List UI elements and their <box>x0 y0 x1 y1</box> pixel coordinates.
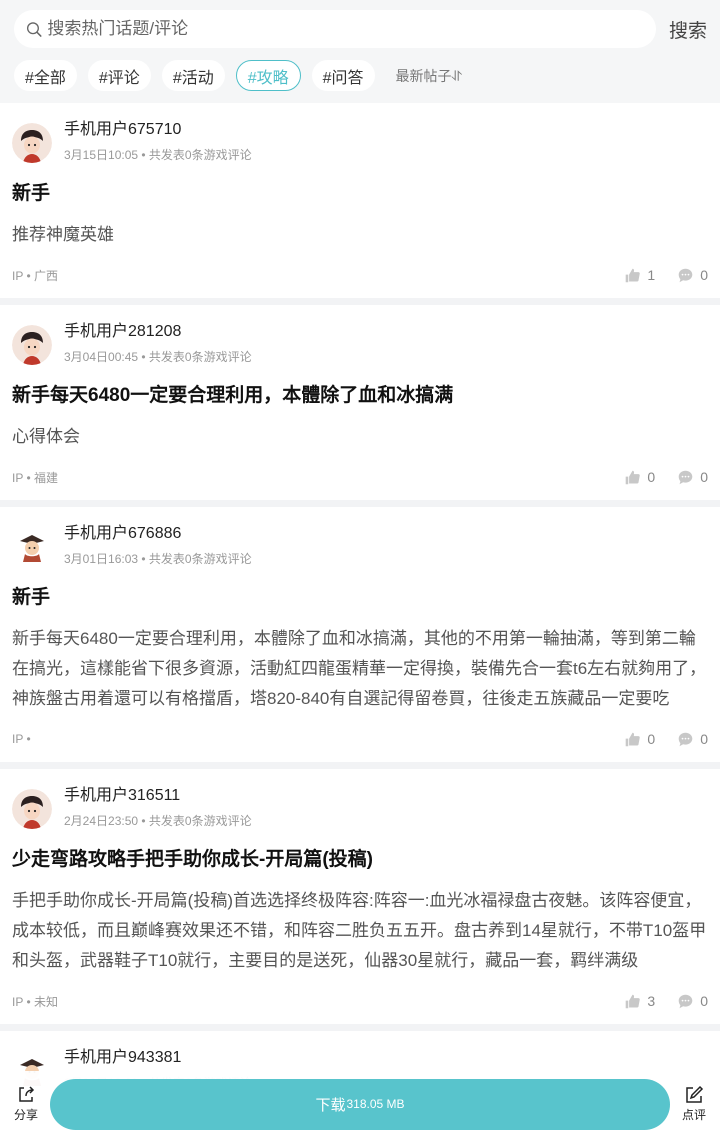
download-label: 下载 <box>315 1096 346 1114</box>
top-bar: 搜索 #全部 #评论 #活动 #攻略 #问答 最新帖子⥯ <box>0 0 720 103</box>
avatar[interactable] <box>12 789 52 829</box>
edit-icon <box>686 1085 704 1103</box>
post-header: 手机用户281208 3月04日00:45 • 共发表0条游戏评论 <box>12 321 708 371</box>
post-card[interactable]: 手机用户316511 2月24日23:50 • 共发表0条游戏评论少走弯路攻略手把… <box>0 769 720 1024</box>
ip-location: IP • 福建 <box>12 470 58 485</box>
thumbs-up-icon <box>626 470 641 484</box>
post-stats: 10 <box>602 267 708 284</box>
comment-icon <box>678 470 693 484</box>
post-footer: IP • 广西 1 0 <box>12 264 708 286</box>
avatar[interactable] <box>12 123 52 163</box>
post-body[interactable]: 心得体会 <box>12 422 708 452</box>
username[interactable]: 手机用户281208 <box>64 321 252 343</box>
comment-count: 0 <box>700 731 708 747</box>
avatar[interactable] <box>12 325 52 365</box>
post-body[interactable]: 手把手助你成长-开局篇(投稿)首选选择终极阵容:阵容一:血光冰福禄盘古夜魅。该阵… <box>12 886 708 976</box>
thumbs-up-icon <box>626 994 641 1008</box>
post-body[interactable]: 新手每天6480一定要合理利用，本體除了血和冰搞滿，其他的不用第一輪抽滿，等到第… <box>12 624 708 714</box>
post-feed: 手机用户675710 3月15日10:05 • 共发表0条游戏评论 新手 推荐神魔英雄… <box>0 103 720 1109</box>
comment-icon <box>678 268 693 282</box>
like-count: 0 <box>647 469 656 485</box>
post-card[interactable]: 手机用户675710 3月15日10:05 • 共发表0条游戏评论新手推荐神魔英雄… <box>0 103 720 298</box>
thumbs-up-icon <box>626 732 641 746</box>
like-button[interactable]: 0 <box>624 469 655 486</box>
comment-count: 0 <box>700 993 708 1009</box>
comment-icon <box>678 732 693 746</box>
post-title[interactable]: 新手每天6480一定要合理利用，本體除了血和冰搞满 <box>12 383 708 409</box>
post-header: 手机用户676886 3月01日16:03 • 共发表0条游戏评论 <box>12 523 708 573</box>
username[interactable]: 手机用户316511 <box>64 785 252 807</box>
user-info: 手机用户281208 3月04日00:45 • 共发表0条游戏评论 <box>64 321 252 365</box>
like-button[interactable]: 3 <box>624 993 655 1010</box>
post-stats: 00 <box>602 731 708 748</box>
sort-toggle[interactable]: 最新帖子⥯ <box>396 66 462 86</box>
post-stats: 30 <box>602 993 708 1010</box>
ip-location: IP • <box>12 732 31 746</box>
comment-button[interactable]: 0 <box>677 731 708 748</box>
username[interactable]: 手机用户943381 <box>64 1047 252 1069</box>
ip-location: IP • 广西 <box>12 268 58 283</box>
comment-button[interactable]: 0 <box>677 267 708 284</box>
like-count: 3 <box>647 993 656 1009</box>
review-label: 点评 <box>681 1108 706 1122</box>
post-meta: 2月24日23:50 • 共发表0条游戏评论 <box>64 814 252 828</box>
like-button[interactable]: 1 <box>624 267 655 284</box>
post-header: 手机用户675710 3月15日10:05 • 共发表0条游戏评论 <box>12 119 708 169</box>
search-button[interactable]: 搜索 <box>668 16 708 43</box>
share-label: 分享 <box>13 1108 38 1122</box>
search-row: 搜索 <box>14 10 708 48</box>
tag-bar: #全部 #评论 #活动 #攻略 #问答 最新帖子⥯ <box>14 60 708 91</box>
download-size: 318.05 MB <box>346 1097 405 1111</box>
search-box[interactable] <box>14 10 656 48</box>
username[interactable]: 手机用户676886 <box>64 523 252 545</box>
tag-event[interactable]: #活动 <box>161 60 225 91</box>
user-info: 手机用户316511 2月24日23:50 • 共发表0条游戏评论 <box>64 785 252 829</box>
like-button[interactable]: 0 <box>624 731 655 748</box>
like-count: 1 <box>647 267 656 283</box>
username[interactable]: 手机用户675710 <box>64 119 252 141</box>
user-info: 手机用户675710 3月15日10:05 • 共发表0条游戏评论 <box>64 119 252 163</box>
post-footer: IP • 未知 3 0 <box>12 990 708 1012</box>
post-footer: IP • 0 0 <box>12 728 708 750</box>
search-input[interactable] <box>47 19 656 39</box>
post-stats: 00 <box>602 469 708 486</box>
post-meta: 3月01日16:03 • 共发表0条游戏评论 <box>64 552 252 566</box>
post-body[interactable]: 推荐神魔英雄 <box>12 220 708 250</box>
search-icon <box>26 21 42 37</box>
share-icon <box>19 1086 35 1102</box>
user-info: 手机用户676886 3月01日16:03 • 共发表0条游戏评论 <box>64 523 252 567</box>
post-title[interactable]: 新手 <box>12 181 708 207</box>
bottom-bar: 分享 下载 318.05 MB 点评 <box>0 1071 720 1137</box>
post-meta: 3月04日00:45 • 共发表0条游戏评论 <box>64 350 252 364</box>
tag-guide[interactable]: #攻略 <box>235 60 301 91</box>
post-title[interactable]: 少走弯路攻略手把手助你成长-开局篇(投稿) <box>12 847 708 873</box>
comment-icon <box>678 994 693 1008</box>
comment-count: 0 <box>700 469 708 485</box>
post-header: 手机用户316511 2月24日23:50 • 共发表0条游戏评论 <box>12 785 708 835</box>
thumbs-up-icon <box>626 268 641 282</box>
comment-count: 0 <box>700 267 708 283</box>
avatar[interactable] <box>12 527 52 567</box>
download-button[interactable]: 下载 318.05 MB <box>50 1078 670 1130</box>
like-count: 0 <box>647 731 656 747</box>
ip-location: IP • 未知 <box>12 994 58 1009</box>
comment-button[interactable]: 0 <box>677 993 708 1010</box>
comment-button[interactable]: 0 <box>677 469 708 486</box>
post-card[interactable]: 手机用户676886 3月01日16:03 • 共发表0条游戏评论新手新手每天64… <box>0 507 720 762</box>
post-footer: IP • 福建 0 0 <box>12 466 708 488</box>
tag-review[interactable]: #评论 <box>87 60 151 91</box>
tag-all[interactable]: #全部 <box>14 60 77 91</box>
tag-qa[interactable]: #问答 <box>311 60 375 91</box>
share-button[interactable]: 分享 <box>6 1085 46 1123</box>
review-button[interactable]: 点评 <box>674 1085 714 1123</box>
post-meta: 3月15日10:05 • 共发表0条游戏评论 <box>64 148 252 162</box>
post-card[interactable]: 手机用户281208 3月04日00:45 • 共发表0条游戏评论新手每天6480… <box>0 305 720 500</box>
post-title[interactable]: 新手 <box>12 585 708 611</box>
